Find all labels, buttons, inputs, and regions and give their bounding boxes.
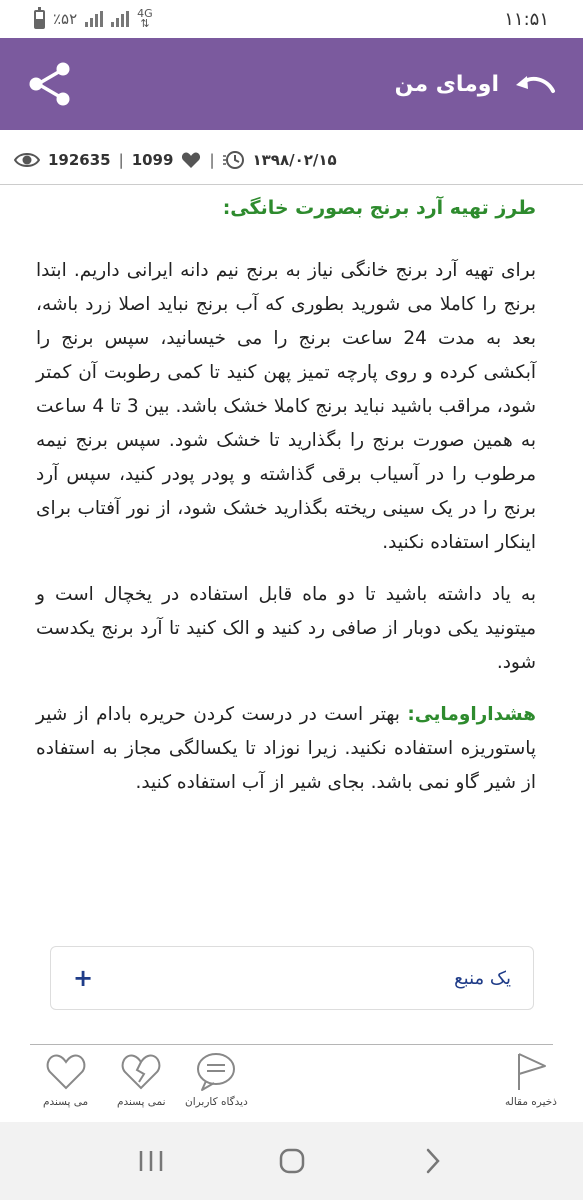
- article-title: طرز تهیه آرد برنج بصورت خانگی:: [222, 197, 536, 219]
- action-bar: ذخیره مقاله دیدگاه کاربران نمی پسندم می …: [0, 1050, 583, 1120]
- signal-icon-2: [111, 11, 130, 27]
- broken-heart-icon: [121, 1054, 161, 1090]
- battery-icon: [34, 6, 45, 29]
- battery-level: [36, 18, 43, 27]
- dislike-label: نمی پسندم: [117, 1096, 166, 1108]
- warning-paragraph: هشداراومایی: بهتر است در درست کردن حریره…: [36, 698, 536, 800]
- meta-separator: |: [118, 151, 124, 169]
- source-expander[interactable]: یک منبع +: [50, 946, 534, 1010]
- flag-icon: [517, 1053, 546, 1090]
- save-article-label: ذخیره مقاله: [505, 1096, 557, 1108]
- status-indicators: ٪۵۲ 4G ⇅: [34, 6, 153, 30]
- meta-separator: |: [209, 151, 215, 169]
- warning-label: هشداراومایی:: [407, 704, 536, 725]
- dislike-button[interactable]: نمی پسندم: [117, 1050, 166, 1108]
- user-comments-button[interactable]: دیدگاه کاربران: [185, 1050, 248, 1108]
- plus-icon: +: [73, 964, 94, 992]
- article-paragraph: به یاد داشته باشید تا دو ماه قابل استفاد…: [36, 584, 536, 673]
- heart-icon: [182, 152, 201, 168]
- comment-icon: [197, 1053, 236, 1091]
- app-title: اومای من: [394, 71, 499, 97]
- views-count: 192635: [48, 151, 111, 169]
- article-meta: 192635 | 1099 | ۱۳۹۸/۰۲/۱۵: [14, 143, 337, 177]
- meta-divider: [0, 184, 583, 185]
- article-body: طرز تهیه آرد برنج بصورت خانگی: برای تهیه…: [36, 190, 536, 818]
- system-nav-bar: [0, 1122, 583, 1200]
- likes-count: 1099: [131, 151, 174, 169]
- home-button[interactable]: [262, 1131, 322, 1191]
- eye-icon: [14, 153, 40, 167]
- like-button[interactable]: می پسندم: [43, 1050, 88, 1108]
- app-title-wrap: اومای من: [395, 71, 557, 97]
- heart-outline-icon: [46, 1054, 85, 1090]
- source-label: یک منبع: [454, 967, 511, 989]
- network-type: 4G ⇅: [137, 7, 153, 30]
- recent-apps-icon: [139, 1151, 162, 1171]
- app-bar: اومای من: [0, 38, 583, 130]
- publish-date: ۱۳۹۸/۰۲/۱۵: [252, 151, 337, 169]
- status-time: ۱۱:۵۱: [504, 8, 549, 30]
- back-button[interactable]: [403, 1131, 463, 1191]
- share-icon[interactable]: [26, 61, 72, 107]
- battery-percent: ٪۵۲: [53, 10, 78, 28]
- like-label: می پسندم: [43, 1096, 89, 1108]
- clock-icon: [222, 151, 244, 169]
- status-bar: ٪۵۲ 4G ⇅ ۱۱:۵۱: [0, 0, 583, 38]
- user-comments-label: دیدگاه کاربران: [185, 1096, 248, 1108]
- save-article-button[interactable]: ذخیره مقاله: [505, 1050, 557, 1108]
- action-divider: [30, 1044, 553, 1045]
- article-paragraph: برای تهیه آرد برنج خانگی نیاز به برنج نی…: [36, 260, 537, 553]
- chevron-right-icon: [426, 1148, 440, 1174]
- home-icon: [279, 1148, 304, 1174]
- signal-icon: [85, 11, 104, 27]
- recent-apps-button[interactable]: [121, 1131, 181, 1191]
- back-arrow-icon[interactable]: [513, 71, 557, 97]
